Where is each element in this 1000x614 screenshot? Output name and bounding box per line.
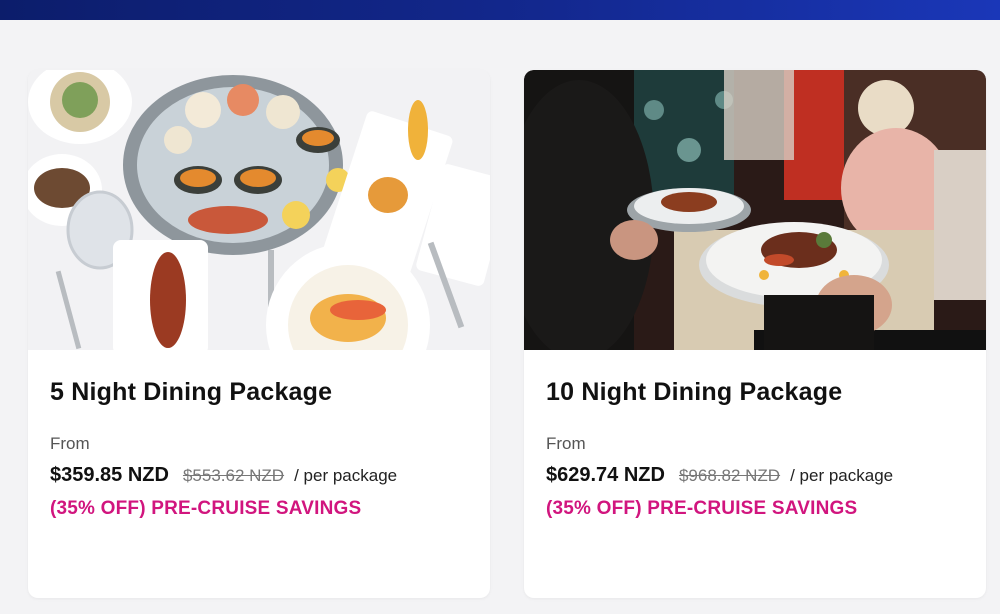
- current-price: $629.74 NZD: [546, 464, 665, 486]
- current-price: $359.85 NZD: [50, 464, 169, 486]
- original-price: $553.62 NZD: [182, 466, 285, 485]
- package-title[interactable]: 10 Night Dining Package: [546, 378, 842, 407]
- waiter-serving-dishes-photo[interactable]: [524, 70, 986, 350]
- package-title[interactable]: 5 Night Dining Package: [50, 378, 332, 407]
- price-row: $359.85 NZD $553.62 NZD / per package: [50, 464, 397, 487]
- price-unit: / per package: [790, 466, 894, 485]
- price-unit: / per package: [294, 466, 398, 485]
- from-label: From: [546, 434, 586, 453]
- from-label: From: [50, 434, 90, 453]
- price-row: $629.74 NZD $968.82 NZD / per package: [546, 464, 893, 487]
- savings-label: (35% OFF) PRE-CRUISE SAVINGS: [50, 498, 362, 519]
- package-card-5-night[interactable]: 5 Night Dining Package From $359.85 NZD …: [28, 70, 490, 598]
- original-price: $968.82 NZD: [678, 466, 781, 485]
- top-banner: [0, 0, 1000, 20]
- savings-label: (35% OFF) PRE-CRUISE SAVINGS: [546, 498, 858, 519]
- package-card-10-night[interactable]: 10 Night Dining Package From $629.74 NZD…: [524, 70, 986, 598]
- seafood-platter-photo[interactable]: [28, 70, 490, 350]
